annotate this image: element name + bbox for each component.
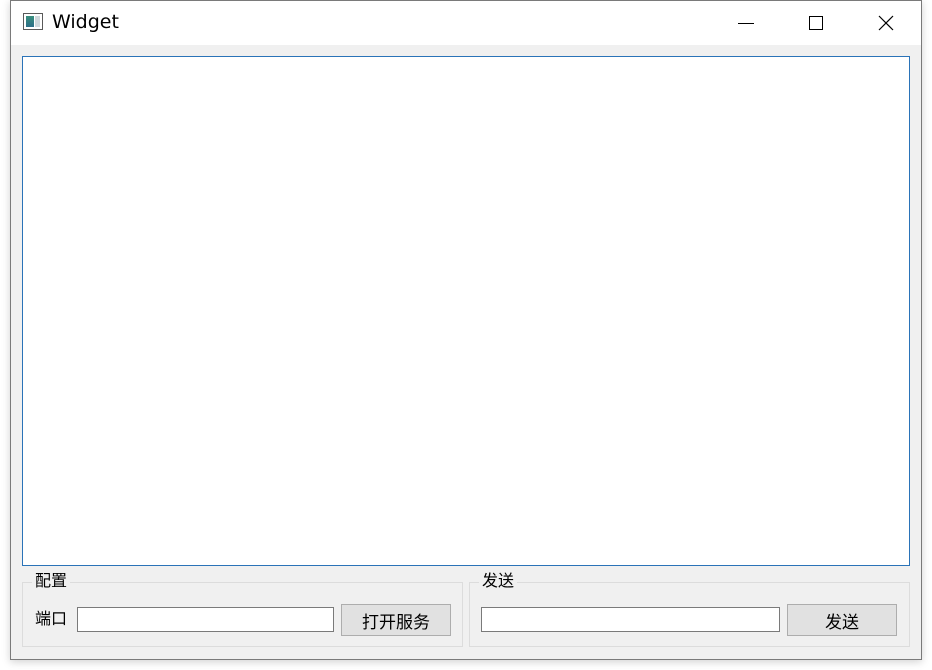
app-window-icon: [23, 13, 43, 30]
send-legend: 发送: [479, 571, 518, 591]
maximize-button[interactable]: [781, 1, 851, 45]
port-label: 端口: [35, 609, 68, 628]
send-message-input[interactable]: [481, 607, 780, 632]
maximize-icon: [809, 16, 823, 30]
minimize-button[interactable]: [711, 1, 781, 45]
message-log-textarea[interactable]: [22, 56, 910, 566]
open-service-button[interactable]: 打开服务: [341, 604, 451, 636]
window-title: Widget: [52, 11, 119, 33]
close-button[interactable]: [851, 1, 921, 45]
config-groupbox: 配置 端口 打开服务: [22, 571, 463, 647]
config-legend: 配置: [32, 571, 71, 591]
send-groupbox: 发送 发送: [469, 571, 910, 647]
minimize-icon: [738, 22, 754, 24]
port-input[interactable]: [77, 607, 334, 632]
title-bar[interactable]: Widget: [11, 1, 921, 45]
close-icon: [878, 15, 894, 31]
main-window: Widget 配置 端口 打开服务 发送 发送: [10, 0, 922, 660]
send-button[interactable]: 发送: [787, 604, 897, 636]
